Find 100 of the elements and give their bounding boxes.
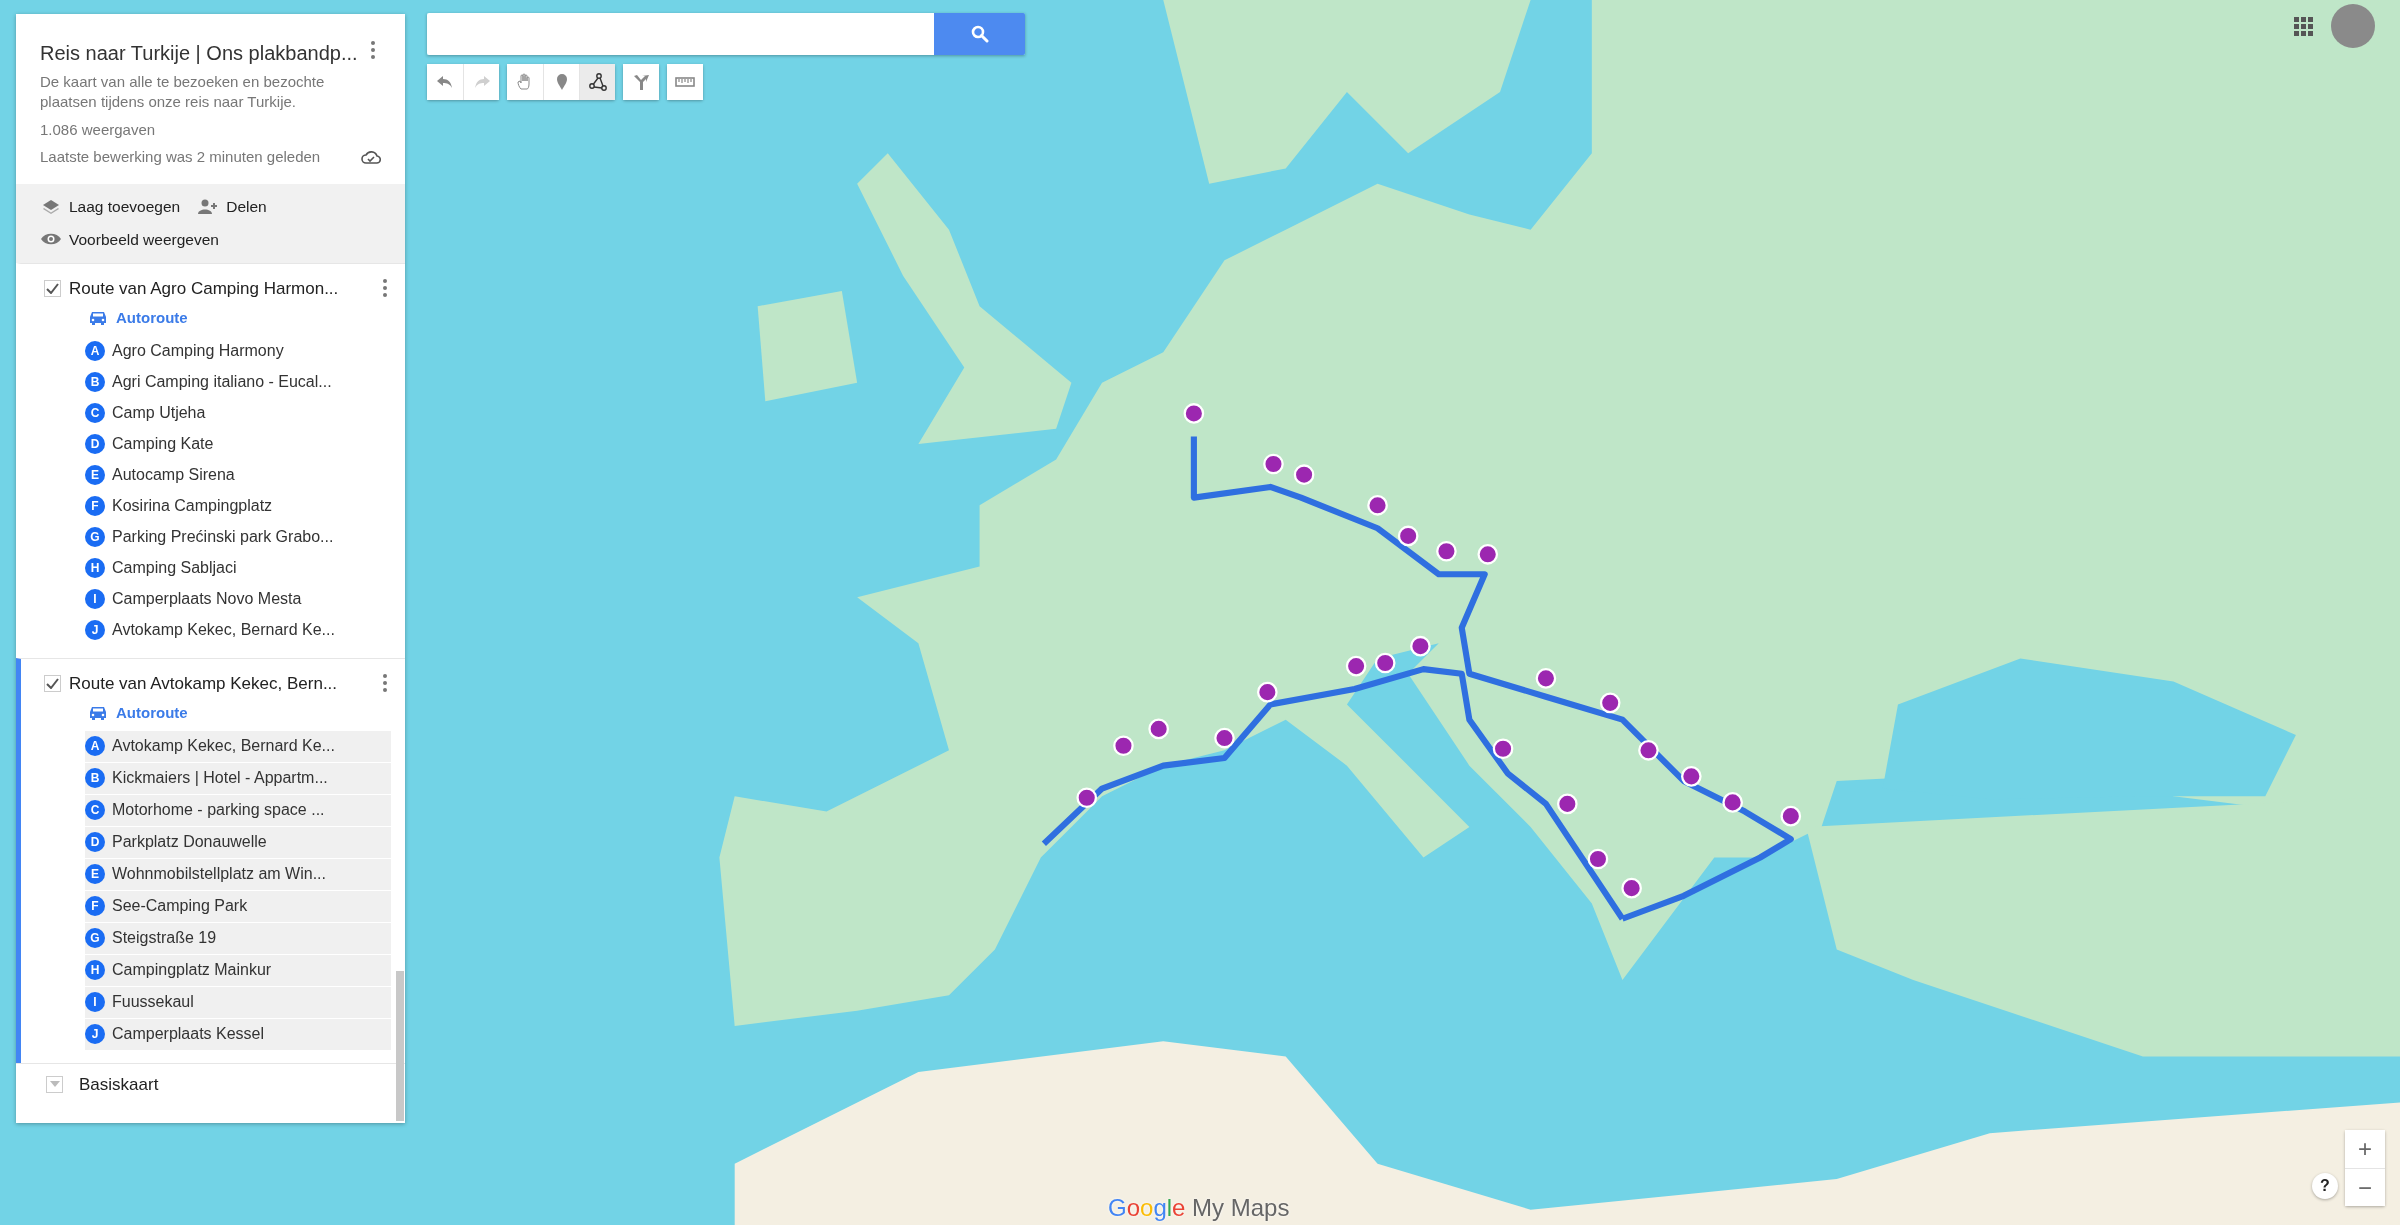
- map-pin[interactable]: [1410, 635, 1431, 657]
- stop-letter-badge: F: [85, 496, 105, 516]
- share-button[interactable]: Delen: [197, 194, 268, 220]
- route-type-link[interactable]: Autoroute: [116, 702, 188, 725]
- marker-button[interactable]: [543, 64, 579, 100]
- layer-title[interactable]: Route van Avtokamp Kekec, Bern...: [69, 670, 377, 696]
- add-person-icon: [198, 198, 219, 216]
- zoom-out-button[interactable]: −: [2345, 1168, 2385, 1206]
- route-line[interactable]: [1190, 436, 1794, 922]
- apps-grid-icon[interactable]: [2294, 16, 2313, 36]
- map-pin[interactable]: [1477, 544, 1499, 565]
- layer-panel[interactable]: [16, 657, 405, 1063]
- route-stop[interactable]: C Camp Utjeha: [85, 397, 391, 429]
- scrollbar-thumb[interactable]: [396, 971, 404, 1121]
- more-icon: [371, 41, 375, 59]
- map-pin[interactable]: [1492, 738, 1514, 760]
- caret-icon: [49, 1081, 60, 1088]
- route-stop[interactable]: H Campingplatz Mainkur: [85, 954, 391, 986]
- map-pin[interactable]: [1397, 525, 1419, 547]
- route-stop[interactable]: G Steigstraße 19: [85, 922, 391, 954]
- base-map-title[interactable]: Basiskaart: [79, 1071, 159, 1097]
- route-stop[interactable]: E Autocamp Sirena: [85, 459, 391, 491]
- map-pin[interactable]: [1681, 766, 1702, 787]
- route-stop[interactable]: C Motorhome - parking space ...: [85, 794, 391, 826]
- map-pin[interactable]: [1599, 692, 1621, 714]
- car-icon: [88, 705, 108, 722]
- route-stop[interactable]: F Kosirina Campingplatz: [85, 490, 391, 522]
- directions-button[interactable]: [623, 64, 659, 100]
- logo: Google My Maps: [1108, 1193, 1290, 1223]
- route-stop[interactable]: D Camping Kate: [85, 428, 391, 460]
- route-stop[interactable]: A Avtokamp Kekec, Bernard Ke...: [85, 730, 391, 762]
- stop-letter-badge: J: [85, 1024, 105, 1044]
- search-icon: [970, 25, 989, 43]
- route-stop[interactable]: H Camping Sabljaci: [85, 552, 391, 584]
- measure-button[interactable]: [667, 64, 703, 100]
- route-stop[interactable]: F See-Camping Park: [85, 890, 391, 922]
- route-stop[interactable]: I Camperplaats Novo Mesta: [85, 583, 391, 615]
- map-pin[interactable]: [1780, 805, 1802, 827]
- map-pin[interactable]: [1263, 453, 1284, 475]
- map-pin[interactable]: [1621, 877, 1642, 899]
- map-pin[interactable]: [1535, 668, 1557, 689]
- route-stop[interactable]: B Kickmaiers | Hotel - Appartm...: [85, 762, 391, 794]
- map-pin[interactable]: [1293, 464, 1315, 486]
- stop-letter-badge: A: [85, 736, 105, 756]
- car-icon: [88, 310, 108, 327]
- layer-button[interactable]: Laag toevoegen: [40, 194, 182, 220]
- stop-letter-badge: B: [85, 768, 105, 788]
- route-stop[interactable]: J Avtokamp Kekec, Bernard Ke...: [85, 614, 391, 646]
- expand-toggle[interactable]: [46, 1075, 63, 1093]
- route-stop[interactable]: I Fuussekaul: [85, 986, 391, 1018]
- layer-checkbox[interactable]: [44, 279, 61, 297]
- route-stop[interactable]: B Agri Camping italiano - Eucal...: [85, 366, 391, 398]
- preview-button[interactable]: Voorbeeld weergeven: [40, 227, 220, 253]
- stop-letter-badge: E: [85, 465, 105, 485]
- map-pin[interactable]: [1148, 718, 1169, 740]
- map-pin[interactable]: [1557, 793, 1578, 815]
- line-icon[interactable]: [587, 72, 608, 92]
- map-pin[interactable]: [1345, 655, 1367, 677]
- route-stop[interactable]: A Agro Camping Harmony: [85, 335, 391, 367]
- stop-letter-badge: F: [85, 896, 105, 916]
- map-pin[interactable]: [1257, 681, 1278, 703]
- stop-letter-badge: G: [85, 527, 105, 547]
- stop-letter-badge: H: [85, 960, 105, 980]
- checkmark-icon: [46, 282, 59, 294]
- checkmark-icon: [46, 677, 59, 689]
- layer-title[interactable]: Route van Agro Camping Harmon...: [69, 275, 377, 301]
- map-description: De kaart van alle te bezoeken en bezochte plaatsen tijdens onze reis naar Turkije.: [40, 72, 326, 111]
- route-stop[interactable]: G Parking Prećinski park Grabo...: [85, 521, 391, 553]
- more-icon: [383, 674, 387, 693]
- view-count: 1.086 weergaven: [40, 120, 157, 140]
- last-edit-text: Laatste bewerking was 2 minuten geleden: [40, 146, 321, 167]
- zoom-in-button[interactable]: +: [2345, 1130, 2385, 1168]
- stop-letter-badge: A: [85, 341, 105, 361]
- map-pin[interactable]: [1722, 792, 1743, 813]
- route-type-link[interactable]: Autoroute: [116, 307, 188, 330]
- route-stop[interactable]: E Wohnmobilstellplatz am Win...: [85, 858, 391, 890]
- undo-button[interactable]: [427, 64, 463, 100]
- search-field[interactable]: [427, 13, 934, 55]
- route-line[interactable]: [1041, 666, 1625, 921]
- map-pin[interactable]: [1587, 848, 1609, 870]
- map-pin[interactable]: [1436, 540, 1457, 562]
- stop-letter-badge: G: [85, 928, 105, 948]
- route-stop[interactable]: J Camperplaats Kessel: [85, 1018, 391, 1050]
- search-button[interactable]: [934, 13, 1025, 55]
- stop-letter-badge: H: [85, 558, 105, 578]
- cloud-check-icon: [361, 149, 381, 164]
- map-pin[interactable]: [1183, 403, 1205, 424]
- map-pin[interactable]: [1214, 727, 1235, 749]
- map-pin[interactable]: [1367, 495, 1388, 516]
- stop-letter-badge: I: [85, 589, 105, 609]
- route-stop[interactable]: D Parkplatz Donauwelle: [85, 826, 391, 858]
- layers-icon: [41, 198, 61, 216]
- stop-letter-badge: J: [85, 620, 105, 640]
- stop-letter-badge: I: [85, 992, 105, 1012]
- layer-checkbox[interactable]: [44, 674, 61, 692]
- map-pin[interactable]: [1374, 652, 1396, 674]
- line-button[interactable]: [579, 64, 615, 100]
- map-pin[interactable]: [1638, 740, 1659, 761]
- map-pin[interactable]: [1113, 735, 1134, 757]
- map-title: Reis naar Turkije | Ons plakbandp...: [40, 41, 358, 66]
